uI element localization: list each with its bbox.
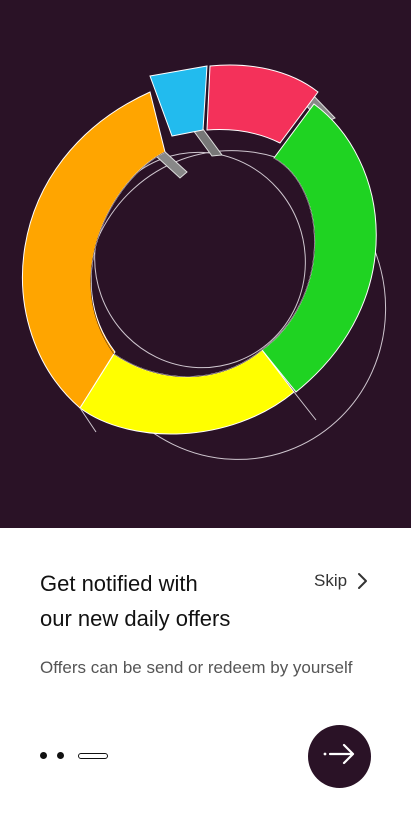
onboarding-title: Get notified with our new daily offers xyxy=(40,571,231,631)
ring-segment-green xyxy=(261,103,377,393)
hero-illustration xyxy=(0,0,411,528)
page-indicator xyxy=(40,752,108,759)
page-dot-active[interactable] xyxy=(78,752,108,759)
onboarding-panel: Get notified with our new daily offers S… xyxy=(0,528,411,823)
onboarding-subtitle: Offers can be send or redeem by yourself xyxy=(40,658,353,677)
skip-button[interactable]: Skip xyxy=(314,571,369,591)
page-dot[interactable] xyxy=(40,752,47,759)
ring-segment-orange xyxy=(21,91,166,409)
next-button[interactable] xyxy=(308,725,371,788)
arrow-right-icon xyxy=(322,742,358,771)
page-dot[interactable] xyxy=(57,752,64,759)
ring-segment-yellow xyxy=(79,349,295,435)
skip-label: Skip xyxy=(314,571,348,590)
donut-ring-illustration xyxy=(21,64,387,460)
ring-edge-line xyxy=(293,391,317,421)
chevron-right-icon xyxy=(357,572,369,590)
